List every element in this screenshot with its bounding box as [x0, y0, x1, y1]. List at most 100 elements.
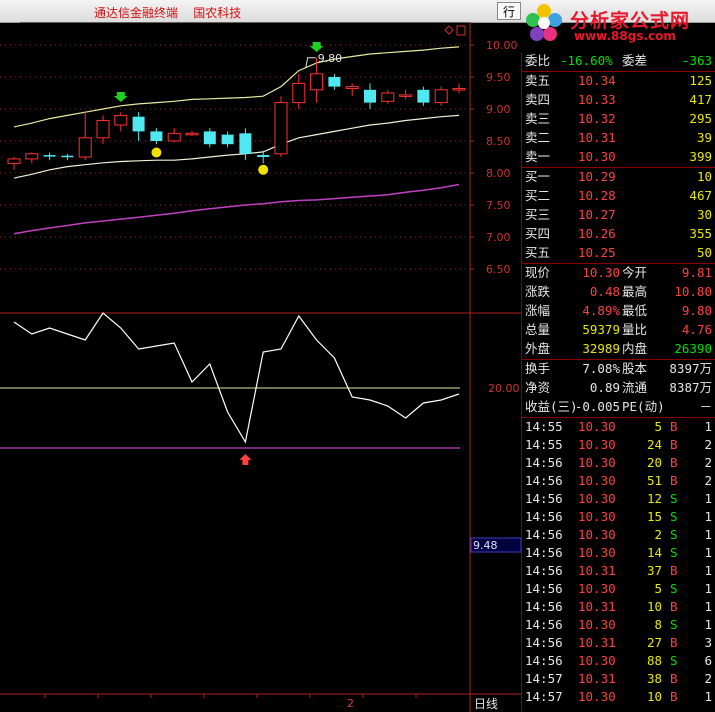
- ask-row-price: 10.30: [578, 149, 616, 164]
- bid-row-label: 买二: [525, 188, 551, 203]
- tick-count: 1: [704, 419, 712, 434]
- ask-row-price: 10.34: [578, 73, 616, 88]
- diamond-icon: [444, 25, 454, 35]
- tick-count: 2: [704, 437, 712, 452]
- signal-dot-icon: [151, 147, 162, 158]
- ask-row[interactable]: 卖二 10.31 39: [522, 129, 715, 147]
- tick-side: S: [670, 617, 678, 632]
- tick-time: 14:56: [525, 455, 563, 470]
- bid-row-label: 买三: [525, 207, 551, 222]
- tick-volume: 10: [646, 599, 662, 614]
- tick-price: 10.30: [578, 509, 616, 524]
- candlestick: [239, 128, 252, 161]
- tick-price: 10.30: [578, 473, 616, 488]
- tick-row[interactable]: 14:56 10.31 27 B 3: [522, 634, 715, 652]
- tick-row[interactable]: 14:56 10.30 20 B 2: [522, 454, 715, 472]
- tick-count: 2: [704, 473, 712, 488]
- quote-row: 外盘 32989 内盘 26390: [522, 340, 715, 358]
- tick-side: S: [670, 581, 678, 596]
- quote-row-label2: 最低: [622, 303, 648, 318]
- candlestick: [78, 112, 92, 161]
- tick-time: 14:57: [525, 689, 563, 704]
- bid-row[interactable]: 买二 10.28 467: [522, 187, 715, 205]
- price-tick-label: 9.00: [486, 103, 511, 116]
- ask-row[interactable]: 卖一 10.30 399: [522, 148, 715, 166]
- fundamental-row-label2: PE(动): [622, 399, 665, 414]
- price-tick-label: 8.50: [486, 135, 511, 148]
- high-price-label: 9.80: [318, 52, 343, 65]
- bid-row-volume: 355: [689, 226, 712, 241]
- fundamental-row-value2: 8387万: [669, 380, 712, 395]
- tick-count: 1: [704, 509, 712, 524]
- tick-volume: 15: [646, 509, 662, 524]
- bid-row-volume: 10: [696, 169, 712, 184]
- tick-row[interactable]: 14:56 10.30 15 S 1: [522, 508, 715, 526]
- tick-count: 2: [704, 455, 712, 470]
- tick-row[interactable]: 14:57 10.31 38 B 2: [522, 670, 715, 688]
- candle-body: [96, 120, 110, 139]
- tick-side: B: [670, 599, 678, 614]
- ask-row-label: 卖三: [525, 111, 551, 126]
- tick-row[interactable]: 14:55 10.30 24 B 2: [522, 436, 715, 454]
- candle-body: [167, 132, 181, 142]
- tick-side: B: [670, 473, 678, 488]
- candlestick: [364, 83, 376, 109]
- tick-volume: 37: [646, 563, 662, 578]
- tick-row[interactable]: 14:56 10.30 8 S 1: [522, 616, 715, 634]
- sell-arrow-icon: [309, 42, 324, 52]
- tick-row[interactable]: 14:57 10.30 10 B 1: [522, 688, 715, 706]
- bid-row-volume: 50: [696, 245, 712, 260]
- tick-time: 14:56: [525, 491, 563, 506]
- tick-row[interactable]: 14:56 10.30 12 S 1: [522, 490, 715, 508]
- tick-row[interactable]: 14:56 10.30 51 B 2: [522, 472, 715, 490]
- upper-band-line: [13, 46, 460, 128]
- tick-row[interactable]: 14:56 10.30 2 S 1: [522, 526, 715, 544]
- tick-volume: 8: [654, 617, 662, 632]
- candle-body: [364, 89, 376, 103]
- quote-row-value2: 10.80: [674, 284, 712, 299]
- candlestick: [150, 128, 163, 145]
- bid-row[interactable]: 买一 10.29 10: [522, 168, 715, 186]
- tick-side: B: [670, 635, 678, 650]
- ask-row[interactable]: 卖五 10.34 125: [522, 72, 715, 90]
- bid-row-price: 10.27: [578, 207, 616, 222]
- bid-row[interactable]: 买四 10.26 355: [522, 225, 715, 243]
- sell-arrow-icon: [113, 92, 128, 102]
- tick-volume: 88: [646, 653, 662, 668]
- bid-row[interactable]: 买五 10.25 50: [522, 244, 715, 262]
- candle-body: [150, 131, 163, 141]
- tick-row[interactable]: 14:55 10.30 5 B 1: [522, 418, 715, 436]
- candle-body: [78, 137, 92, 158]
- ask-row-label: 卖二: [525, 130, 551, 145]
- ask-row[interactable]: 卖三 10.32 295: [522, 110, 715, 128]
- tick-row[interactable]: 14:56 10.31 37 B 1: [522, 562, 715, 580]
- quote-row-label2: 量比: [622, 322, 648, 337]
- bid-row-volume: 467: [689, 188, 712, 203]
- tick-time: 14:56: [525, 599, 563, 614]
- ask-row[interactable]: 卖四 10.33 417: [522, 91, 715, 109]
- toolbar-button[interactable]: 行: [497, 2, 521, 20]
- logo-flower-icon: [526, 4, 562, 41]
- high-label-leader: [305, 57, 316, 68]
- bid-row[interactable]: 买三 10.27 30: [522, 206, 715, 224]
- fundamental-row-value: 7.08%: [582, 361, 620, 376]
- period-label[interactable]: 日线: [474, 695, 498, 712]
- quote-row-value2: 9.80: [681, 303, 712, 318]
- fundamental-row-value: 0.89: [589, 380, 620, 395]
- fundamental-row-label2: 流通: [622, 380, 648, 395]
- indicator-tick-label: 20.00: [488, 382, 520, 395]
- candle-body: [132, 116, 145, 132]
- tick-side: B: [670, 455, 678, 470]
- kline-chart[interactable]: 10.00 9.50 9.00 8.50 8.00 7.50 7.00 6.50 9.48 20…: [0, 22, 521, 712]
- candle-body: [399, 94, 413, 97]
- tick-row[interactable]: 14:56 10.30 14 S 1: [522, 544, 715, 562]
- fundamental-row-label: 净资: [525, 380, 551, 395]
- tick-price: 10.30: [578, 581, 616, 596]
- tick-row[interactable]: 14:56 10.30 88 S 6: [522, 652, 715, 670]
- tick-side: S: [670, 545, 678, 560]
- tick-price: 10.30: [578, 545, 616, 560]
- ask-row-label: 卖四: [525, 92, 551, 107]
- tick-count: 1: [704, 617, 712, 632]
- tick-row[interactable]: 14:56 10.31 10 B 1: [522, 598, 715, 616]
- tick-row[interactable]: 14:56 10.30 5 S 1: [522, 580, 715, 598]
